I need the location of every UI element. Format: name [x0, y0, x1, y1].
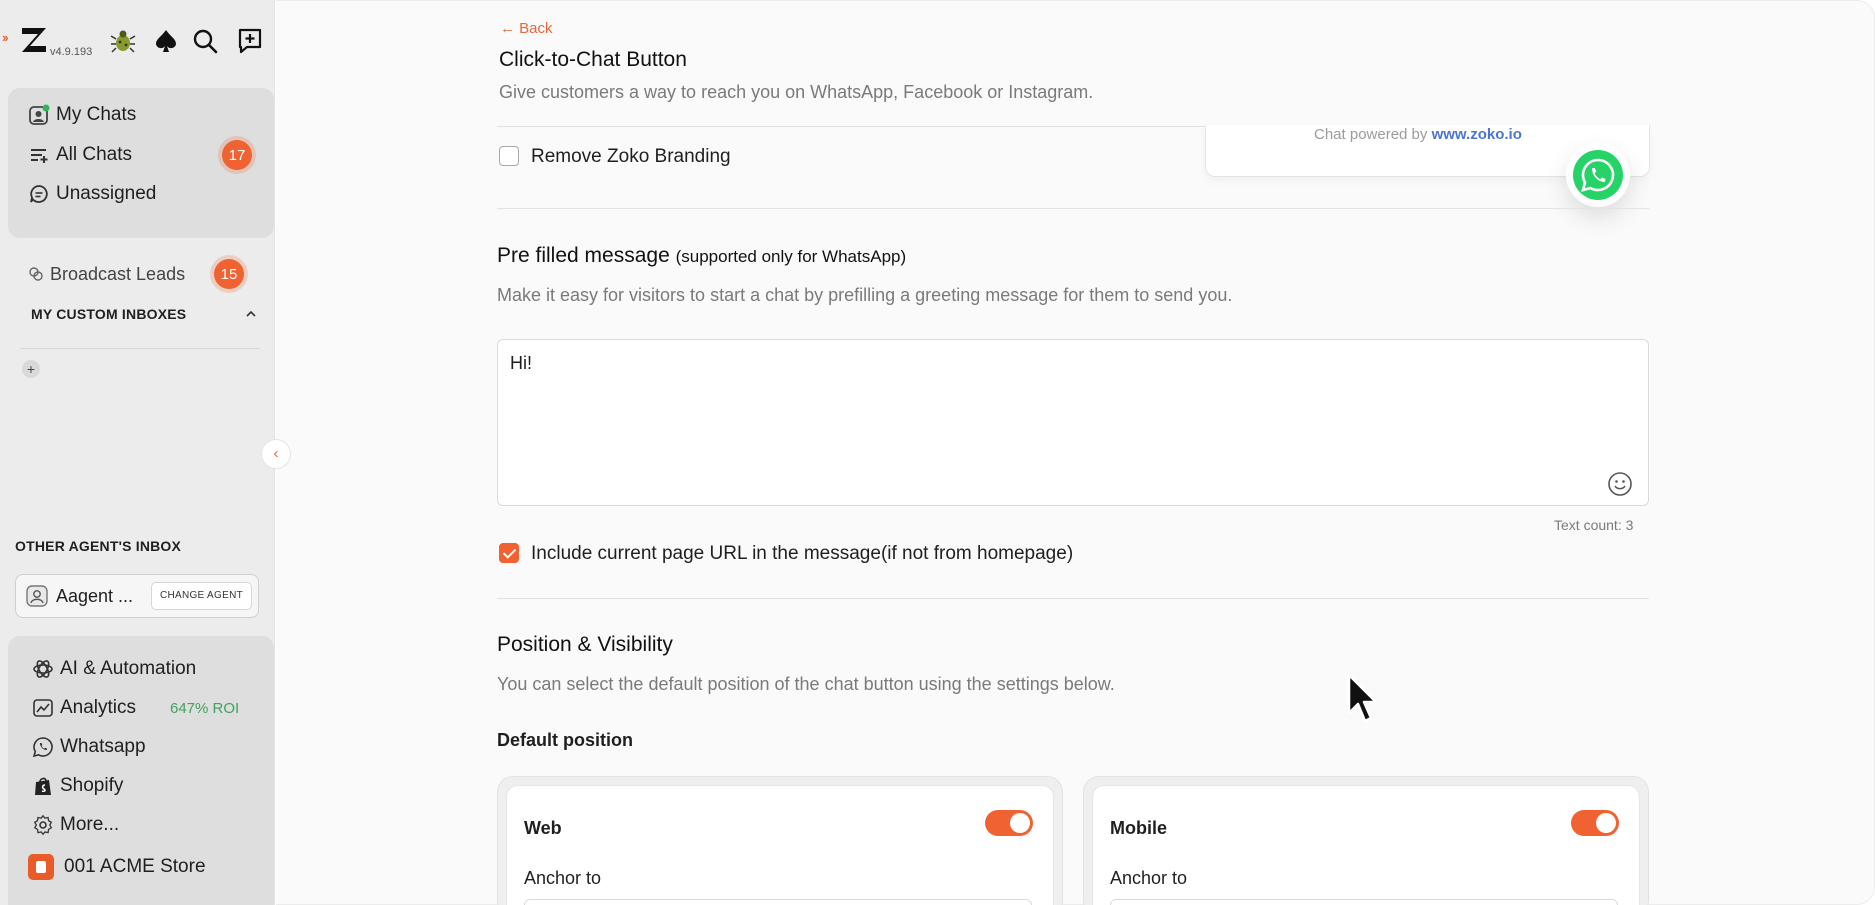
- roi-label: 647% ROI: [170, 700, 240, 717]
- mobile-position-card: Mobile Anchor to: [1083, 776, 1649, 905]
- include-url-label: Include current page URL in the message(…: [531, 543, 1074, 564]
- powered-link: www.zoko.io: [1431, 126, 1522, 143]
- other-inbox-title: OTHER AGENT'S INBOX: [15, 538, 182, 554]
- chat-bubble-icon: [30, 185, 48, 203]
- agent-selector[interactable]: Aagent ... CHANGE AGENT: [15, 574, 259, 618]
- emoji-icon[interactable]: [1607, 471, 1633, 497]
- nav-ai-automation[interactable]: AI & Automation: [32, 655, 196, 683]
- prefilled-message-input[interactable]: Hi!: [497, 339, 1649, 506]
- ai-icon: [33, 660, 53, 678]
- nav-label: AI & Automation: [60, 658, 197, 679]
- nav-label: All Chats: [56, 144, 133, 165]
- app-version: v4.9.193: [50, 46, 93, 58]
- powered-prefix: Chat powered by: [1314, 126, 1428, 143]
- mobile-title: Mobile: [1110, 818, 1167, 838]
- nav-label: Broadcast Leads: [50, 263, 186, 284]
- agent-name: Aagent ...: [56, 585, 134, 606]
- nav-shopify[interactable]: Shopify: [32, 772, 123, 800]
- mobile-enabled-toggle[interactable]: [1571, 810, 1619, 836]
- mobile-position-panel: Mobile Anchor to: [1092, 785, 1640, 905]
- prefilled-desc: Make it easy for visitors to start a cha…: [497, 285, 1233, 305]
- nav-analytics[interactable]: Analytics: [32, 694, 136, 722]
- default-position-label: Default position: [497, 730, 633, 750]
- prefilled-message-text: Hi!: [510, 353, 532, 373]
- position-desc: You can select the default position of t…: [497, 674, 1115, 694]
- search-icon[interactable]: [190, 26, 220, 56]
- all-chats-count-badge: 17: [222, 140, 252, 170]
- nav-label: Unassigned: [56, 183, 157, 204]
- web-title: Web: [524, 818, 562, 838]
- web-position-panel: Web Anchor to: [506, 785, 1054, 905]
- web-anchor-label: Anchor to: [524, 868, 602, 888]
- back-link[interactable]: ← Back: [500, 20, 553, 37]
- prefilled-title: Pre filled message (supported only for W…: [497, 244, 906, 268]
- remove-branding-label: Remove Zoko Branding: [531, 146, 731, 167]
- web-enabled-toggle[interactable]: [985, 810, 1033, 836]
- nav-label: Whatsapp: [60, 736, 146, 757]
- nav-whatsapp[interactable]: Whatsapp: [32, 733, 146, 761]
- whatsapp-chat-button-preview: [1566, 143, 1630, 207]
- nav-more[interactable]: More...: [32, 811, 119, 839]
- nav-label: My Chats: [56, 104, 137, 125]
- new-chat-icon[interactable]: [235, 26, 265, 56]
- zoko-logo[interactable]: [18, 24, 50, 56]
- page-subtitle: Give customers a way to reach you on Wha…: [499, 82, 1094, 102]
- nav-label: More...: [60, 814, 120, 835]
- divider: [497, 598, 1649, 599]
- whatsapp-logo-icon: [1573, 150, 1623, 200]
- change-agent-button[interactable]: CHANGE AGENT: [150, 582, 252, 610]
- spade-icon[interactable]: [151, 26, 181, 56]
- agent-avatar-icon: [26, 585, 48, 607]
- page-title: Click-to-Chat Button: [499, 48, 687, 71]
- expand-sidebar-icon[interactable]: ››: [2, 30, 9, 45]
- custom-inboxes-title: MY CUSTOM INBOXES: [31, 306, 187, 322]
- nav-label: Shopify: [60, 775, 124, 796]
- nav-all-chats[interactable]: All Chats: [28, 141, 132, 169]
- store-name: 001 ACME Store: [64, 856, 206, 877]
- mobile-anchor-label: Anchor to: [1110, 868, 1188, 888]
- add-inbox-button[interactable]: +: [22, 360, 40, 378]
- nav-broadcast-leads[interactable]: Broadcast Leads: [28, 260, 185, 288]
- shopify-icon: [35, 777, 51, 795]
- back-label: Back: [519, 20, 553, 37]
- bug-icon[interactable]: [108, 26, 138, 56]
- text-count: Text count: 3: [1554, 517, 1634, 533]
- my-chats-icon: [29, 104, 50, 125]
- analytics-icon: [33, 699, 53, 717]
- web-position-card: Web Anchor to: [497, 776, 1063, 905]
- include-url-checkbox[interactable]: [499, 543, 519, 563]
- broadcast-count-badge: 15: [214, 259, 244, 289]
- broadcast-icon: [29, 267, 43, 281]
- nav-label: Analytics: [60, 697, 137, 718]
- collapse-sidebar-button[interactable]: ‹: [261, 439, 291, 469]
- remove-branding-checkbox[interactable]: [499, 146, 519, 166]
- powered-by-text: Chat powered by www.zoko.io: [1314, 126, 1522, 143]
- list-filter-icon: [31, 149, 48, 163]
- divider: [497, 126, 1205, 127]
- prefilled-title-note: (supported only for WhatsApp): [675, 247, 907, 266]
- gear-icon: [33, 814, 53, 836]
- store-switcher[interactable]: 001 ACME Store: [28, 853, 206, 881]
- prefilled-title-text: Pre filled message: [497, 244, 670, 267]
- nav-unassigned[interactable]: Unassigned: [28, 180, 156, 208]
- whatsapp-icon: [32, 737, 53, 758]
- sidebar: ›› v4.9.193 My Chats All Chats 17 Unassi…: [0, 0, 275, 905]
- position-title: Position & Visibility: [497, 633, 673, 656]
- divider: [20, 348, 260, 349]
- chevron-up-icon[interactable]: [244, 307, 258, 321]
- nav-my-chats[interactable]: My Chats: [28, 101, 136, 129]
- web-anchor-select[interactable]: [524, 899, 1032, 905]
- mobile-anchor-select[interactable]: [1110, 899, 1618, 905]
- mouse-cursor-icon: [1347, 673, 1378, 723]
- divider: [497, 208, 1649, 209]
- store-logo-icon: [28, 854, 54, 880]
